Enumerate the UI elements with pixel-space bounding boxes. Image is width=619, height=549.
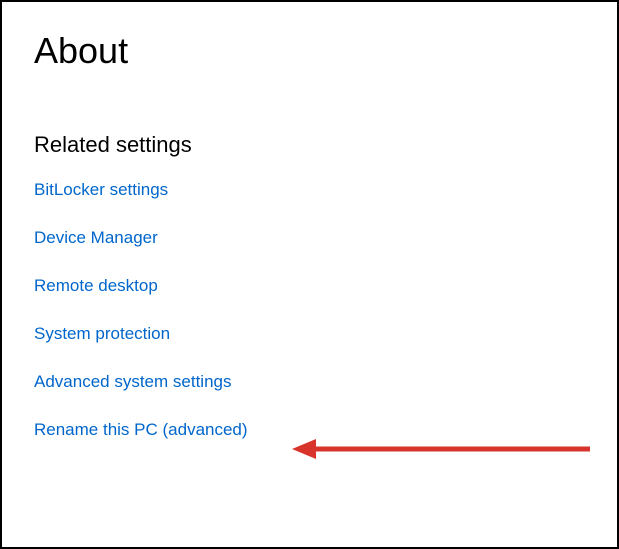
device-manager-link[interactable]: Device Manager bbox=[34, 228, 158, 248]
page-title: About bbox=[34, 30, 585, 72]
related-settings-list: BitLocker settings Device Manager Remote… bbox=[34, 180, 585, 440]
rename-pc-advanced-link[interactable]: Rename this PC (advanced) bbox=[34, 420, 248, 440]
system-protection-link[interactable]: System protection bbox=[34, 324, 170, 344]
related-settings-heading: Related settings bbox=[34, 132, 585, 158]
advanced-system-settings-link[interactable]: Advanced system settings bbox=[34, 372, 231, 392]
remote-desktop-link[interactable]: Remote desktop bbox=[34, 276, 158, 296]
bitlocker-settings-link[interactable]: BitLocker settings bbox=[34, 180, 168, 200]
